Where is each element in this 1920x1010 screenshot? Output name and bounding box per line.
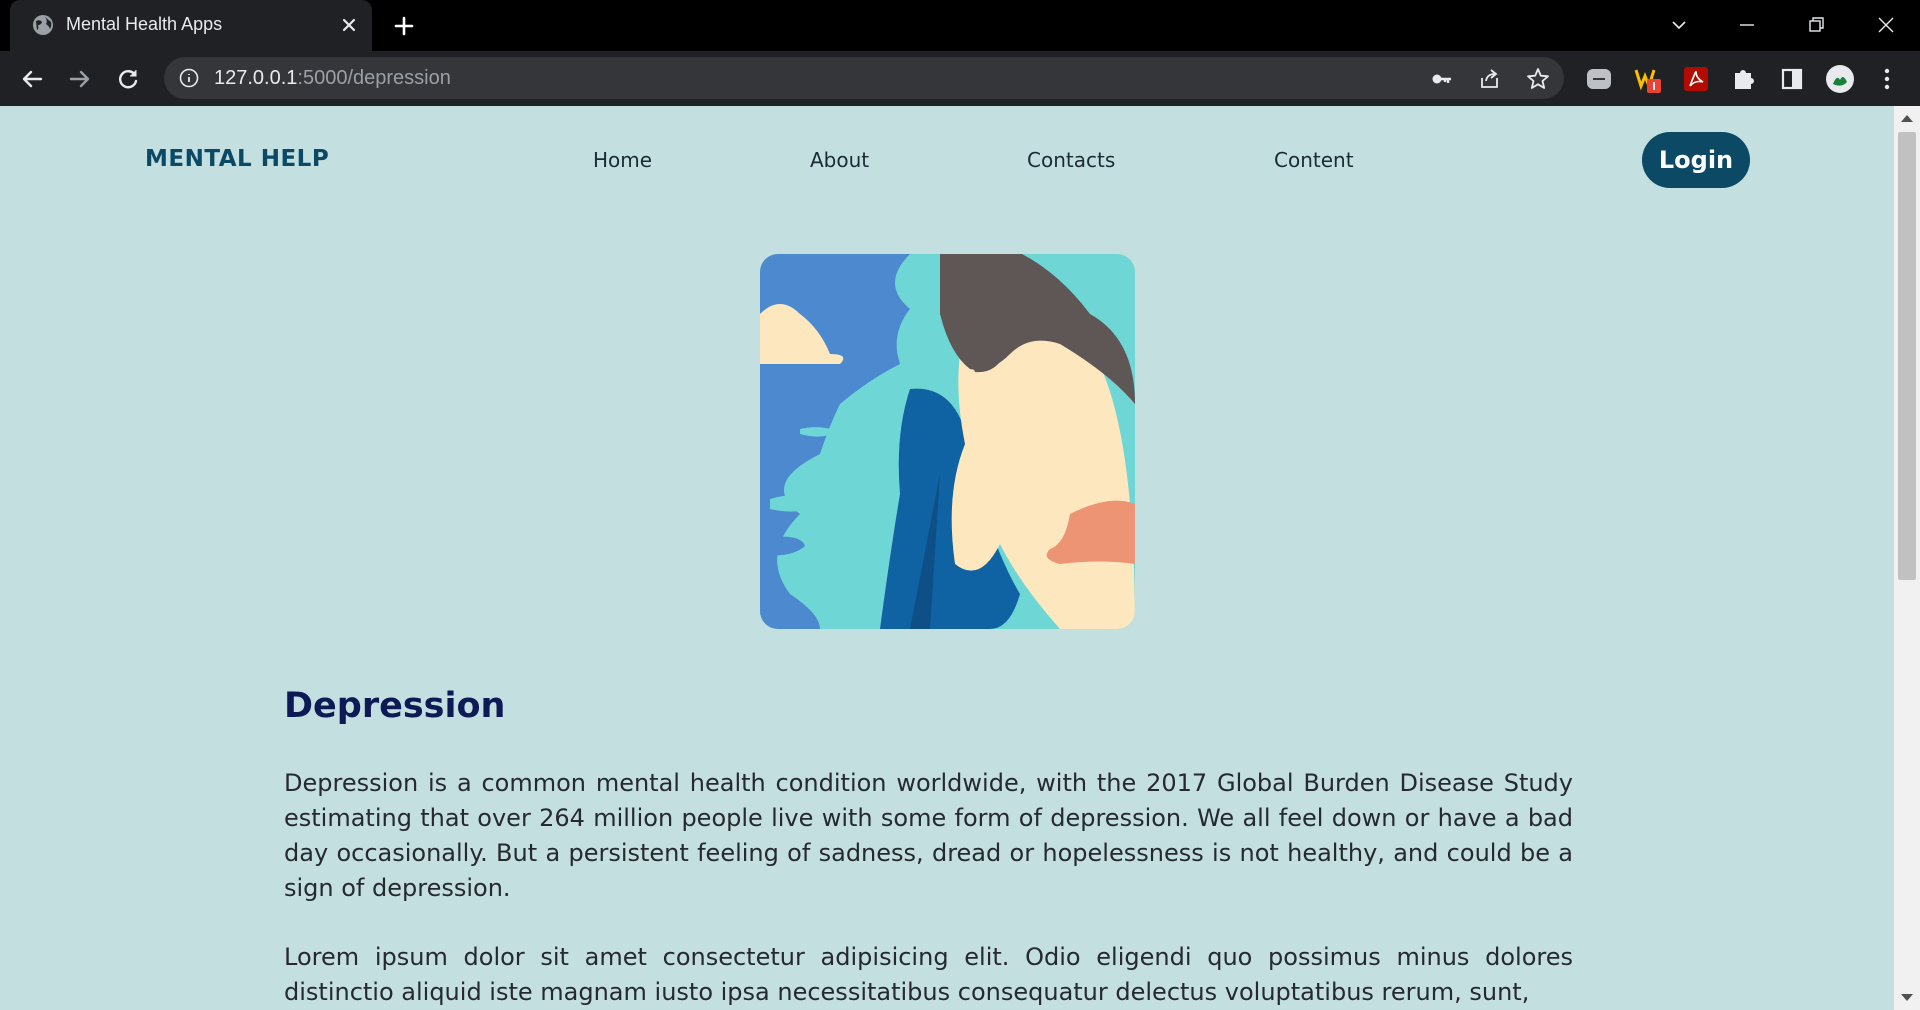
scrollbar-thumb[interactable] (1898, 132, 1916, 580)
url-path: :5000/depression (297, 67, 451, 89)
restore-icon[interactable] (1801, 10, 1831, 40)
back-icon[interactable] (17, 64, 47, 94)
close-window-icon[interactable] (1871, 10, 1901, 40)
browser-tab-strip: Mental Health Apps (0, 0, 1920, 51)
nav-link-about[interactable]: About (810, 148, 869, 172)
chat-extension-icon[interactable] (1584, 64, 1614, 94)
key-icon[interactable] (1429, 66, 1455, 92)
browser-tab[interactable]: Mental Health Apps (10, 0, 372, 51)
close-icon[interactable] (336, 12, 362, 38)
forward-icon[interactable] (65, 64, 95, 94)
login-button[interactable]: Login (1642, 132, 1750, 188)
minimize-icon[interactable] (1732, 10, 1762, 40)
scroll-down-arrow-icon[interactable] (1901, 994, 1913, 1001)
url-text[interactable]: 127.0.0.1:5000/depression (214, 67, 451, 90)
menu-dots-icon[interactable] (1872, 64, 1902, 94)
browser-toolbar: 127.0.0.1:5000/depression (0, 51, 1920, 106)
globe-icon (33, 15, 53, 35)
pdf-extension-icon[interactable] (1681, 64, 1711, 94)
article-paragraph: Lorem ipsum dolor sit amet consectetur a… (284, 943, 1573, 1006)
page-scrollbar[interactable] (1894, 106, 1920, 1010)
avatar[interactable] (1825, 64, 1855, 94)
nav-link-contacts[interactable]: Contacts (1027, 148, 1115, 172)
share-icon[interactable] (1477, 66, 1503, 92)
plus-icon[interactable] (390, 12, 418, 40)
page-title: Depression (284, 686, 506, 726)
web-page: MENTAL HELP Home About Contacts Content … (0, 106, 1894, 1010)
url-host: 127.0.0.1 (214, 67, 298, 89)
scroll-up-arrow-icon[interactable] (1901, 115, 1913, 122)
nav-link-content[interactable]: Content (1274, 148, 1354, 172)
nav-link-home[interactable]: Home (593, 148, 652, 172)
article-paragraph: Depression is a common mental health con… (284, 769, 1573, 902)
reload-icon[interactable] (113, 64, 143, 94)
sidebar-icon[interactable] (1777, 64, 1807, 94)
tab-title: Mental Health Apps (66, 14, 223, 34)
sad-person-illustration (760, 254, 1135, 629)
address-bar[interactable]: 127.0.0.1:5000/depression (164, 57, 1564, 99)
info-icon[interactable] (178, 67, 200, 89)
puzzle-icon[interactable] (1729, 64, 1759, 94)
brand-logo[interactable]: MENTAL HELP (145, 146, 329, 172)
star-icon[interactable] (1525, 66, 1551, 92)
extension-badge-icon[interactable] (1633, 64, 1663, 94)
chevron-down-icon[interactable] (1664, 10, 1694, 40)
article: Depression Depression is a common mental… (284, 686, 1573, 1010)
